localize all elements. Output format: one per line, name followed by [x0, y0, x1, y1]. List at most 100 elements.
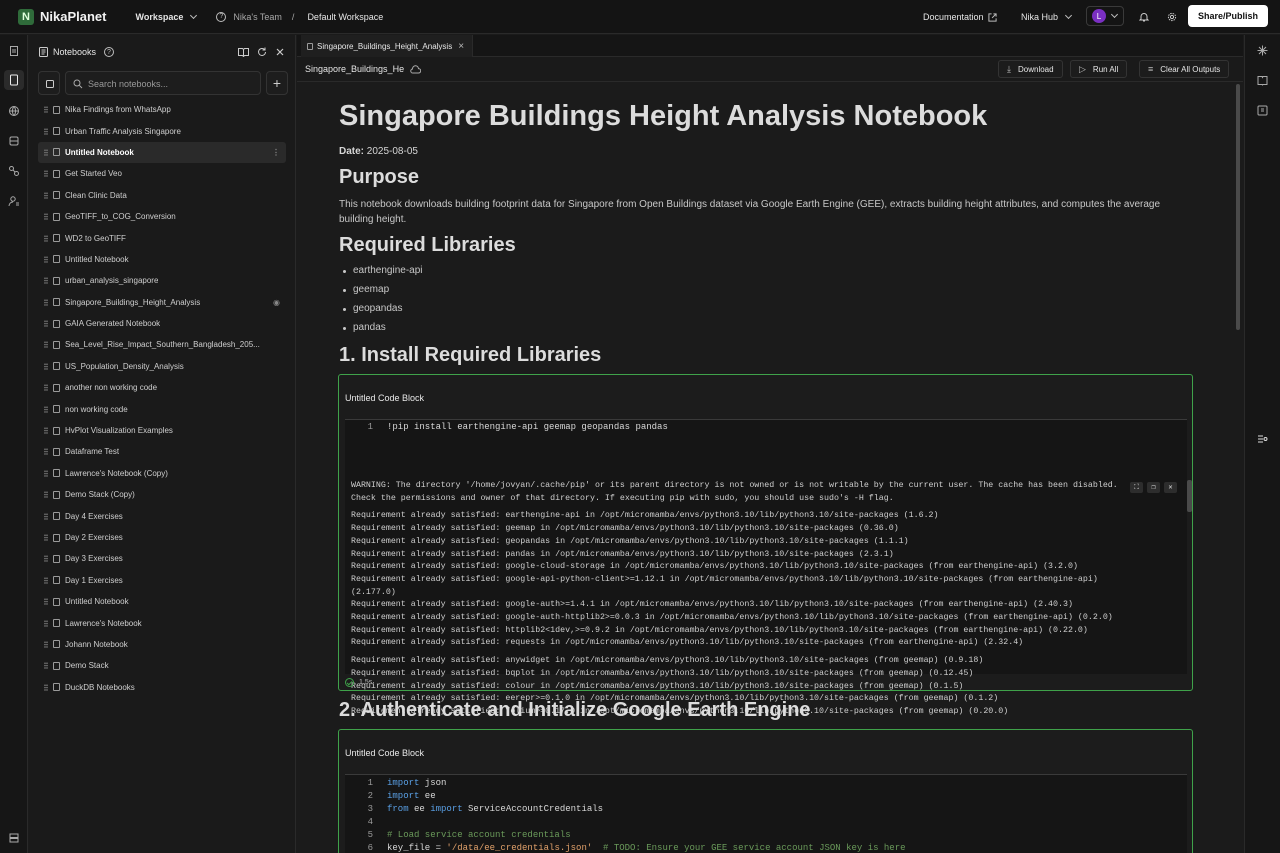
sidebar-notebook-item[interactable]: Day 3 Exercises	[38, 548, 286, 569]
drag-handle-icon[interactable]	[44, 277, 48, 285]
search-input[interactable]	[88, 76, 253, 92]
sidebar-notebook-item[interactable]: WD2 to GeoTIFF	[38, 227, 286, 248]
code-cell-auth[interactable]: Untitled Code Block 1 import json 2 import …	[338, 729, 1193, 853]
sidebar-notebook-item[interactable]: Singapore_Buildings_Height_Analysis ◉	[38, 292, 286, 313]
documentation-link[interactable]: Documentation	[923, 12, 997, 22]
sidebar-notebook-item[interactable]: Untitled Notebook ⋮	[38, 141, 286, 164]
notebook-name[interactable]: Singapore_Buildings_He	[305, 64, 404, 74]
sidebar-notebook-item[interactable]: non working code	[38, 398, 286, 419]
workspace-menu[interactable]: Workspace	[135, 11, 198, 22]
sidebar-notebook-item[interactable]: Dataframe Test	[38, 441, 286, 462]
drag-handle-icon[interactable]	[44, 127, 48, 135]
sidebar-notebook-item[interactable]: Day 2 Exercises	[38, 527, 286, 548]
brand-name[interactable]: NikaPlanet	[40, 9, 106, 24]
refresh-icon[interactable]	[257, 47, 267, 57]
toggle-panel-icon[interactable]	[1257, 433, 1268, 444]
connections-icon[interactable]	[8, 165, 20, 177]
sidebar-notebook-item[interactable]: GeoTIFF_to_COG_Conversion	[38, 206, 286, 227]
drag-handle-icon[interactable]	[44, 341, 48, 349]
close-icon[interactable]	[276, 48, 284, 56]
download-button[interactable]: ⤓ Download	[998, 60, 1063, 78]
book-icon[interactable]	[1257, 75, 1268, 86]
sidebar-notebook-item[interactable]: GAIA Generated Notebook	[38, 313, 286, 334]
expand-icon[interactable]: ⛶	[1130, 482, 1143, 493]
code-cell-install[interactable]: Untitled Code Block 1 !pip install earth…	[338, 374, 1193, 716]
code-editor[interactable]: 1 !pip install earthengine-api geemap ge…	[345, 419, 1192, 716]
close-icon[interactable]: ✕	[1164, 482, 1177, 493]
cell-title[interactable]: Untitled Code Block	[345, 393, 424, 403]
drag-handle-icon[interactable]	[44, 555, 48, 563]
more-options-icon[interactable]: ⋮	[272, 148, 280, 157]
drag-handle-icon[interactable]	[44, 298, 48, 306]
drag-handle-icon[interactable]	[44, 469, 48, 477]
drag-handle-icon[interactable]	[44, 662, 48, 670]
drag-handle-icon[interactable]	[44, 255, 48, 263]
sidebar-notebook-item[interactable]: DuckDB Notebooks	[38, 677, 286, 698]
drag-handle-icon[interactable]	[44, 362, 48, 370]
sidebar-notebook-item[interactable]: Clean Clinic Data	[38, 185, 286, 206]
drag-handle-icon[interactable]	[44, 448, 48, 456]
eye-icon[interactable]: ◉	[273, 298, 280, 307]
sidebar-notebook-item[interactable]: Sea_Level_Rise_Impact_Southern_Banglades…	[38, 334, 286, 355]
drag-handle-icon[interactable]	[44, 148, 48, 156]
add-notebook-button[interactable]: +	[266, 71, 288, 95]
sidebar-notebook-item[interactable]: Day 4 Exercises	[38, 505, 286, 526]
copy-icon[interactable]: ❐	[1147, 482, 1160, 493]
sidebar-notebook-item[interactable]: Urban Traffic Analysis Singapore	[38, 120, 286, 141]
sparkle-icon[interactable]	[1257, 45, 1268, 56]
drag-handle-icon[interactable]	[44, 683, 48, 691]
sidebar-notebook-item[interactable]: Lawrence's Notebook	[38, 612, 286, 633]
drag-handle-icon[interactable]	[44, 384, 48, 392]
drag-handle-icon[interactable]	[44, 191, 48, 199]
notebook-icon[interactable]	[4, 70, 24, 90]
drag-handle-icon[interactable]	[44, 640, 48, 648]
sidebar-notebook-item[interactable]: Get Started Veo	[38, 163, 286, 184]
sidebar-notebook-item[interactable]: Untitled Notebook	[38, 591, 286, 612]
globe-icon[interactable]	[8, 105, 20, 117]
sidebar-notebook-item[interactable]: Nika Findings from WhatsApp	[38, 99, 286, 120]
team-selector[interactable]: ? Nika's Team	[216, 11, 282, 22]
user-settings-icon[interactable]	[8, 195, 20, 207]
gear-icon[interactable]	[1167, 12, 1177, 22]
drag-handle-icon[interactable]	[44, 234, 48, 242]
content-scrollbar[interactable]	[1236, 84, 1240, 330]
sidebar-notebook-item[interactable]: US_Population_Density_Analysis	[38, 356, 286, 377]
sidebar-notebook-item[interactable]: Demo Stack	[38, 655, 286, 676]
drag-handle-icon[interactable]	[44, 534, 48, 541]
drag-handle-icon[interactable]	[44, 576, 48, 584]
sidebar-notebook-item[interactable]: Johann Notebook	[38, 634, 286, 655]
share-publish-button[interactable]: Share/Publish	[1187, 5, 1268, 27]
file-icon[interactable]	[8, 45, 20, 57]
sidebar-notebook-item[interactable]: HvPlot Visualization Examples	[38, 420, 286, 441]
sidebar-notebook-item[interactable]: Untitled Notebook	[38, 249, 286, 270]
drag-handle-icon[interactable]	[44, 213, 48, 221]
tab-singapore-buildings[interactable]: Singapore_Buildings_Height_Analysis ×	[301, 35, 474, 57]
drag-handle-icon[interactable]	[44, 106, 48, 114]
sidebar-notebook-item[interactable]: another non working code	[38, 377, 286, 398]
output-scrollbar[interactable]	[1187, 480, 1192, 512]
sidebar-notebook-item[interactable]: urban_analysis_singapore	[38, 270, 286, 291]
drag-handle-icon[interactable]	[44, 512, 48, 520]
account-menu[interactable]: L	[1086, 6, 1124, 26]
current-workspace[interactable]: Default Workspace	[307, 12, 383, 22]
hub-menu[interactable]: Nika Hub	[1021, 11, 1073, 22]
brand-logo-icon[interactable]: N	[18, 8, 34, 25]
sidebar-notebook-item[interactable]: Day 1 Exercises	[38, 570, 286, 591]
run-all-button[interactable]: ▷ Run All	[1070, 60, 1128, 78]
drag-handle-icon[interactable]	[44, 619, 48, 627]
select-all-button[interactable]	[38, 71, 60, 95]
drag-handle-icon[interactable]	[44, 598, 48, 606]
sidebar-notebook-item[interactable]: Demo Stack (Copy)	[38, 484, 286, 505]
code-editor[interactable]: 1 import json 2 import ee 3 from ee import Se…	[345, 774, 1187, 853]
drag-handle-icon[interactable]	[44, 491, 48, 499]
bell-icon[interactable]	[1139, 12, 1149, 22]
stack-icon[interactable]	[8, 832, 20, 844]
drag-handle-icon[interactable]	[44, 427, 48, 435]
cell-title[interactable]: Untitled Code Block	[345, 748, 424, 758]
clear-outputs-button[interactable]: ≡ Clear All Outputs	[1139, 60, 1230, 78]
drag-handle-icon[interactable]	[44, 170, 48, 178]
book-open-icon[interactable]	[238, 47, 249, 57]
drag-handle-icon[interactable]	[44, 405, 48, 413]
panel-icon[interactable]	[1257, 105, 1268, 116]
database-icon[interactable]	[8, 135, 20, 147]
